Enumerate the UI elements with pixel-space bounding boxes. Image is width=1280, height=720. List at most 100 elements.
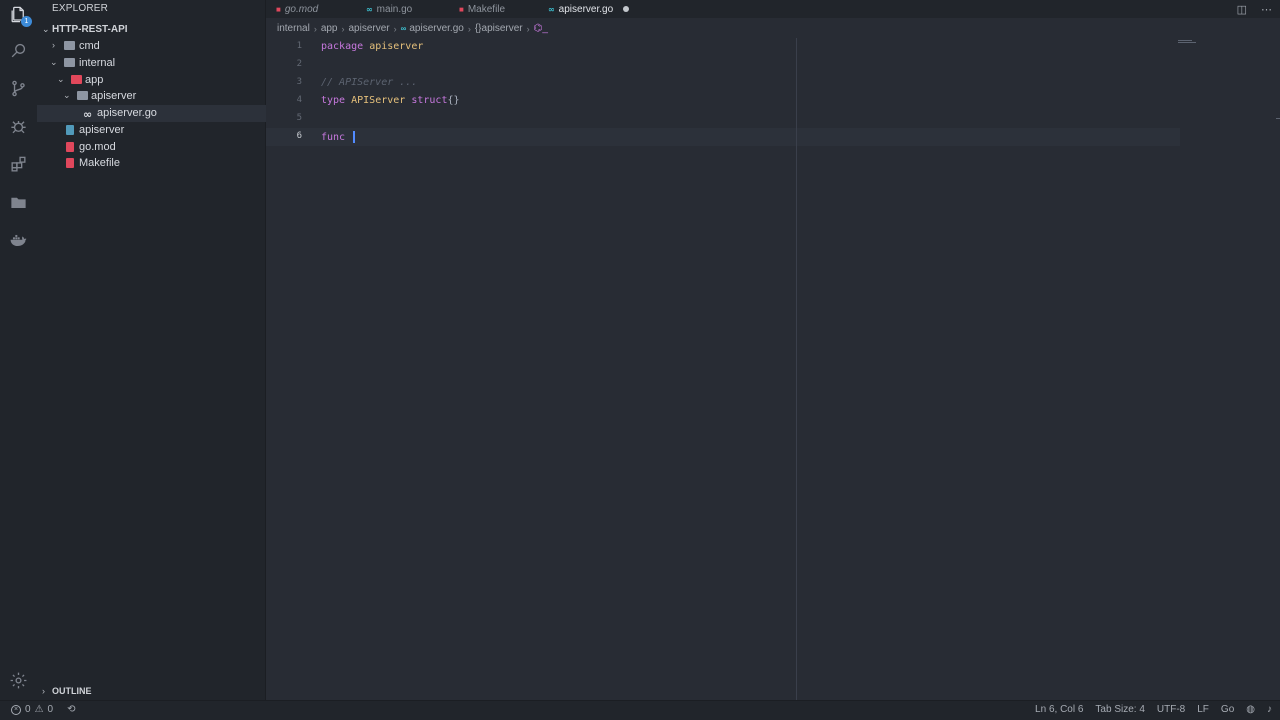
file-encoding[interactable]: UTF-8	[1157, 704, 1185, 715]
line-number: 2	[296, 59, 302, 69]
explorer-sidebar: EXPLORER ⌄ HTTP-REST-API › cmd ⌄ interna…	[37, 0, 266, 700]
code-keyword: type	[321, 95, 346, 106]
code-editor[interactable]: internal › app › apiserver › ∞ apiserver…	[266, 18, 1280, 700]
code-type-name: APIServer	[351, 95, 406, 106]
error-icon[interactable]: ×	[11, 704, 21, 715]
bell-icon[interactable]: ♪	[1267, 704, 1272, 715]
go-mod-file-icon: ■	[276, 4, 281, 14]
docker-icon[interactable]	[8, 230, 29, 251]
tree-item-makefile[interactable]: Makefile	[37, 155, 266, 172]
tree-item-go-mod[interactable]: go.mod	[37, 139, 266, 156]
project-name: HTTP-REST-API	[52, 24, 128, 35]
code-keyword: func	[321, 132, 346, 143]
chevron-right-icon: ›	[526, 23, 530, 34]
debug-icon[interactable]	[8, 116, 29, 137]
file-icon	[66, 125, 74, 135]
chevron-down-icon: ⌄	[50, 57, 58, 67]
makefile-icon	[66, 158, 74, 168]
folder-icon[interactable]	[8, 192, 29, 213]
warning-count[interactable]: 0	[48, 704, 54, 715]
extensions-icon[interactable]	[8, 154, 29, 175]
go-file-icon: ∞	[400, 24, 407, 33]
tree-item-app[interactable]: ⌄ app	[37, 72, 266, 89]
explorer-badge: 1	[21, 16, 32, 27]
tab-go-mod[interactable]: ■ go.mod	[276, 0, 318, 18]
outline-title: OUTLINE	[52, 686, 92, 696]
code-line: 5	[266, 110, 1280, 128]
globe-icon[interactable]: ◍	[1246, 704, 1255, 715]
go-mod-file-icon	[66, 142, 74, 152]
folder-app-icon	[71, 75, 82, 84]
end-of-line[interactable]: LF	[1197, 704, 1209, 715]
error-count[interactable]: 0	[25, 704, 31, 715]
line-number: 3	[296, 77, 302, 87]
breadcrumb-symbol[interactable]: ⌬_	[534, 23, 548, 34]
tab-apiserver-go[interactable]: ∞ apiserver.go	[548, 0, 630, 18]
makefile-icon: ■	[459, 4, 464, 14]
more-actions-icon[interactable]: ⋯	[1261, 3, 1272, 16]
go-file-icon: ∞	[83, 108, 93, 121]
breadcrumb-item[interactable]: apiserver	[349, 23, 390, 34]
tree-item-label: internal	[79, 57, 116, 69]
code-line: 4 type APIServer struct{}	[266, 92, 1280, 110]
chevron-down-icon: ⌄	[42, 24, 50, 34]
line-number: 5	[296, 113, 302, 123]
code-comment: // APIServer ...	[321, 77, 418, 88]
folder-icon	[64, 41, 75, 50]
breadcrumb-item[interactable]: {}apiserver	[475, 23, 523, 34]
chevron-right-icon: ›	[313, 23, 317, 34]
tab-size[interactable]: Tab Size: 4	[1095, 704, 1144, 715]
tree-item-label: cmd	[79, 40, 100, 52]
breadcrumb-item[interactable]: app	[321, 23, 338, 34]
tree-item-cmd[interactable]: › cmd	[37, 38, 266, 55]
chevron-right-icon: ›	[467, 23, 471, 34]
outline-section-header[interactable]: › OUTLINE	[37, 684, 266, 700]
line-number: 6	[296, 131, 302, 141]
language-mode[interactable]: Go	[1221, 704, 1234, 715]
tab-label: Makefile	[467, 3, 506, 15]
project-header[interactable]: ⌄ HTTP-REST-API	[37, 22, 266, 38]
code-punctuation: {}	[447, 95, 460, 106]
folder-icon	[64, 58, 75, 67]
folder-icon	[77, 91, 88, 100]
tab-makefile[interactable]: ■ Makefile	[459, 0, 505, 18]
gear-icon[interactable]	[8, 670, 29, 691]
text-cursor	[353, 131, 356, 143]
warning-icon[interactable]: ⚠	[35, 704, 44, 715]
chevron-down-icon: ⌄	[57, 74, 65, 84]
live-share-icon[interactable]: ⟲	[67, 704, 75, 715]
search-icon[interactable]	[8, 40, 29, 61]
source-control-icon[interactable]	[8, 78, 29, 99]
scrollbar-marker[interactable]	[1276, 118, 1280, 119]
tree-item-label: Makefile	[79, 157, 120, 169]
tree-item-apiserver-folder[interactable]: ⌄ apiserver	[37, 88, 266, 105]
tree-item-apiserver-binary[interactable]: apiserver	[37, 122, 266, 139]
code-identifier: apiserver	[369, 41, 424, 52]
tree-item-label: apiserver	[91, 90, 137, 102]
line-number: 1	[296, 41, 302, 51]
tab-label: apiserver.go	[558, 3, 614, 15]
go-file-icon: ∞	[548, 4, 555, 14]
code-keyword: struct	[411, 95, 448, 106]
split-editor-icon[interactable]: ◫	[1237, 3, 1247, 16]
tree-item-label: apiserver.go	[97, 107, 157, 119]
chevron-right-icon: ›	[52, 40, 55, 50]
tab-label: go.mod	[284, 3, 319, 15]
tab-label: main.go	[376, 3, 413, 15]
tree-item-label: apiserver	[79, 124, 125, 136]
tab-main-go[interactable]: ∞ main.go	[366, 0, 412, 18]
files-icon[interactable]: 1	[8, 4, 32, 27]
unsaved-dot-icon[interactable]	[623, 6, 630, 12]
tree-item-apiserver-go[interactable]: ∞ apiserver.go	[37, 105, 266, 122]
tree-item-internal[interactable]: ⌄ internal	[37, 55, 266, 72]
breadcrumb: internal › app › apiserver › ∞ apiserver…	[277, 23, 548, 34]
status-bar: × 0 ⚠ 0 ⟲ Ln 6, Col 6 Tab Size: 4 UTF-8 …	[0, 700, 1280, 720]
chevron-down-icon: ⌄	[63, 90, 71, 100]
cursor-position[interactable]: Ln 6, Col 6	[1035, 704, 1083, 715]
breadcrumb-item[interactable]: internal	[277, 23, 310, 34]
tree-item-label: go.mod	[79, 141, 116, 153]
code-line-current: 6 func	[266, 128, 1180, 146]
minimap[interactable]	[1178, 40, 1196, 46]
breadcrumb-item[interactable]: apiserver.go	[409, 23, 463, 34]
editor-tabs: ■ go.mod ∞ main.go ■ Makefile ∞ apiserve…	[266, 0, 1280, 18]
